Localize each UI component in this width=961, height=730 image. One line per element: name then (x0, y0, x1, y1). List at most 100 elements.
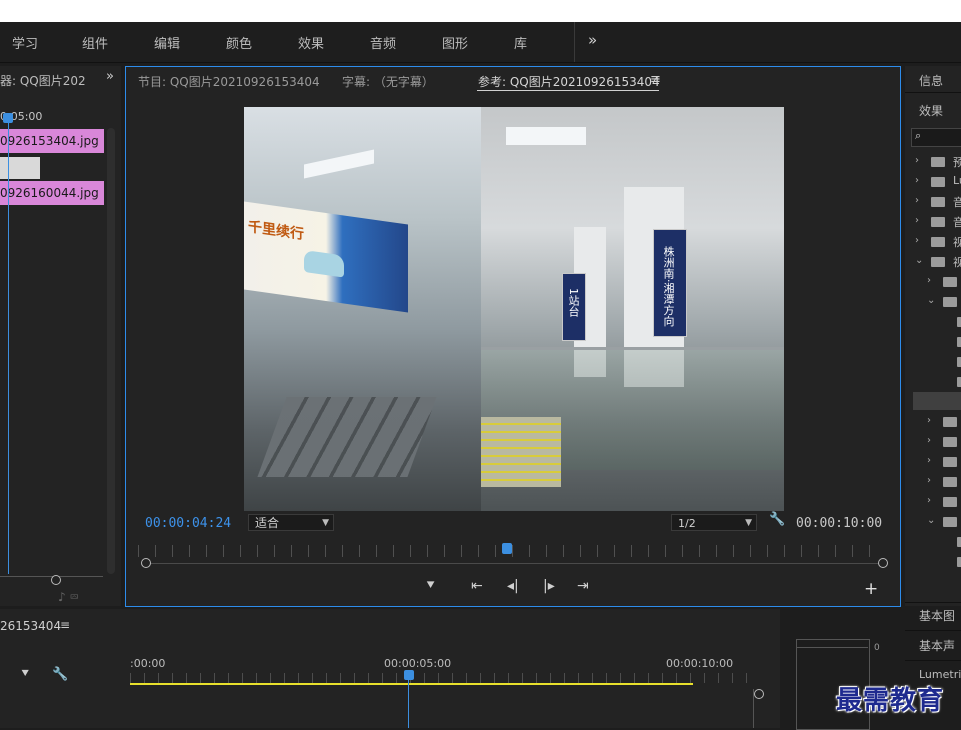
step-forward-icon[interactable]: |▸ (543, 578, 555, 594)
folder-label: 视 (953, 256, 961, 269)
monitor-time-ruler[interactable] (138, 545, 886, 557)
scrub-end-handle[interactable] (878, 558, 888, 568)
folder-label: Lu (953, 174, 961, 187)
resolution-value: 1/2 (678, 517, 696, 530)
workspace-tab-graphics[interactable]: 图形 (442, 33, 468, 52)
timeline-ruler[interactable] (130, 673, 754, 683)
effects-folder[interactable]: › Lu (911, 172, 961, 192)
effects-subfolder[interactable]: › (923, 432, 961, 452)
effect-item[interactable] (953, 532, 961, 552)
effect-icon (957, 317, 961, 327)
platform-sign-text: 1站台 (567, 288, 580, 317)
clip-item[interactable]: 0926160044.jpg (0, 181, 104, 205)
add-marker-icon[interactable]: ⯆ (20, 667, 30, 682)
clip-item[interactable]: 0926153404.jpg (0, 129, 104, 153)
marker-icon[interactable]: ⯆ (425, 578, 436, 594)
tab-reference[interactable]: 参考: QQ图片20210926153404 (478, 73, 660, 90)
left-panel-tab[interactable]: 器: QQ图片202 (0, 72, 86, 89)
step-back-icon[interactable]: ◂| (507, 578, 519, 594)
effect-icon (957, 337, 961, 347)
left-panel-zoom-knob[interactable] (51, 575, 61, 585)
effects-subfolder-expanded[interactable]: ⌄ (923, 292, 961, 312)
search-icon: ⌕ (915, 129, 922, 142)
effects-folder-expanded[interactable]: ⌄ 视 (911, 252, 961, 272)
tab-program[interactable]: 节目: QQ图片20210926153404 (138, 73, 320, 90)
left-panel-scrollbar[interactable] (107, 128, 115, 574)
effects-folder[interactable]: › 音 (911, 192, 961, 212)
work-area-bar[interactable] (130, 683, 693, 685)
folder-label: 音 (953, 216, 961, 229)
folder-icon (931, 257, 945, 267)
platform-sign: 1站台 (562, 273, 586, 341)
effect-item[interactable] (953, 552, 961, 572)
chevron-down-icon: ▼ (745, 518, 752, 528)
effects-subfolder[interactable]: › (923, 472, 961, 492)
scrub-start-handle[interactable] (141, 558, 151, 568)
playhead-timecode[interactable]: 00:00:04:24 (145, 516, 231, 531)
tab-effects[interactable]: 效果 (919, 102, 943, 119)
effects-subfolder-expanded[interactable]: ⌄ (923, 512, 961, 532)
chevron-right-icon: › (927, 435, 931, 446)
folder-icon (943, 277, 957, 287)
folder-icon (943, 477, 957, 487)
tab-captions[interactable]: 字幕: （无字幕） (342, 73, 434, 90)
chevron-down-icon: ▼ (322, 518, 329, 528)
workspace-tab-editing[interactable]: 编辑 (154, 33, 180, 52)
workspace-divider (574, 22, 575, 62)
timeline-menu-icon[interactable]: ≡ (60, 618, 70, 632)
left-panel-more-button[interactable]: » (106, 69, 114, 84)
effects-subfolder[interactable]: › (923, 272, 961, 292)
sequence-tab[interactable]: 26153404 (0, 619, 61, 633)
effect-item[interactable] (953, 312, 961, 332)
folder-label: 预 (953, 156, 961, 169)
chevron-right-icon: › (915, 195, 919, 206)
workspace-tab-libraries[interactable]: 库 (514, 33, 527, 52)
effect-item[interactable] (953, 372, 961, 392)
workspace-tab-learn[interactable]: 学习 (12, 33, 38, 52)
tab-essential-sound[interactable]: 基本声 (919, 637, 955, 654)
workspace-tab-audio[interactable]: 音频 (370, 33, 396, 52)
effect-item[interactable] (953, 332, 961, 352)
folder-icon (943, 497, 957, 507)
tab-essential-graphics[interactable]: 基本图 (919, 607, 955, 624)
monitor-menu-icon[interactable]: ≡ (650, 72, 661, 87)
effects-subfolder[interactable]: › (923, 492, 961, 512)
chevron-right-icon: › (915, 215, 919, 226)
workspace-tab-color[interactable]: 颜色 (226, 33, 252, 52)
station-sign: 株洲南·湘潭方向 (653, 229, 687, 337)
effects-folder[interactable]: › 音 (911, 212, 961, 232)
folder-icon (943, 297, 957, 307)
effects-search-input[interactable]: ⌕ (911, 128, 961, 147)
chevron-right-icon: › (927, 415, 931, 426)
effects-subfolder[interactable]: › (923, 412, 961, 432)
effect-item[interactable] (953, 352, 961, 372)
go-to-out-icon[interactable]: ⇥ (577, 578, 589, 594)
left-panel-footer-icons[interactable]: ♪ ⮹ (58, 590, 79, 605)
playback-resolution-select[interactable]: 1/2 ▼ (671, 514, 757, 531)
effect-item-selected[interactable] (913, 392, 961, 410)
timeline-zoom-knob[interactable] (754, 689, 764, 699)
right-panel-divider (905, 630, 961, 631)
program-monitor: 节目: QQ图片20210926153404 字幕: （无字幕） 参考: QQ图… (125, 66, 901, 607)
workspace-tab-assembly[interactable]: 组件 (82, 33, 108, 52)
wrench-icon[interactable]: 🔧 (52, 667, 68, 682)
go-to-in-icon[interactable]: ⇤ (471, 578, 483, 594)
add-button-icon[interactable]: + (864, 579, 878, 599)
right-panel-divider (905, 660, 961, 661)
effects-folder[interactable]: › 预 (911, 152, 961, 172)
workspace-tab-effects[interactable]: 效果 (298, 33, 324, 52)
workspace-more-button[interactable]: » (588, 31, 597, 49)
chevron-right-icon: › (915, 235, 919, 246)
zoom-fit-select[interactable]: 适合 ▼ (248, 514, 334, 531)
folder-label: 音 (953, 196, 961, 209)
timeline-playhead[interactable] (404, 670, 414, 680)
wrench-icon[interactable]: 🔧 (769, 512, 785, 527)
chevron-right-icon: › (927, 275, 931, 286)
effects-subfolder[interactable]: › (923, 452, 961, 472)
active-tab-underline (477, 90, 659, 91)
tab-info[interactable]: 信息 (919, 72, 943, 89)
monitor-playhead[interactable] (502, 543, 512, 554)
left-panel-playhead[interactable] (3, 113, 13, 123)
monitor-scrub-track[interactable] (145, 563, 883, 564)
effects-folder[interactable]: › 视 (911, 232, 961, 252)
